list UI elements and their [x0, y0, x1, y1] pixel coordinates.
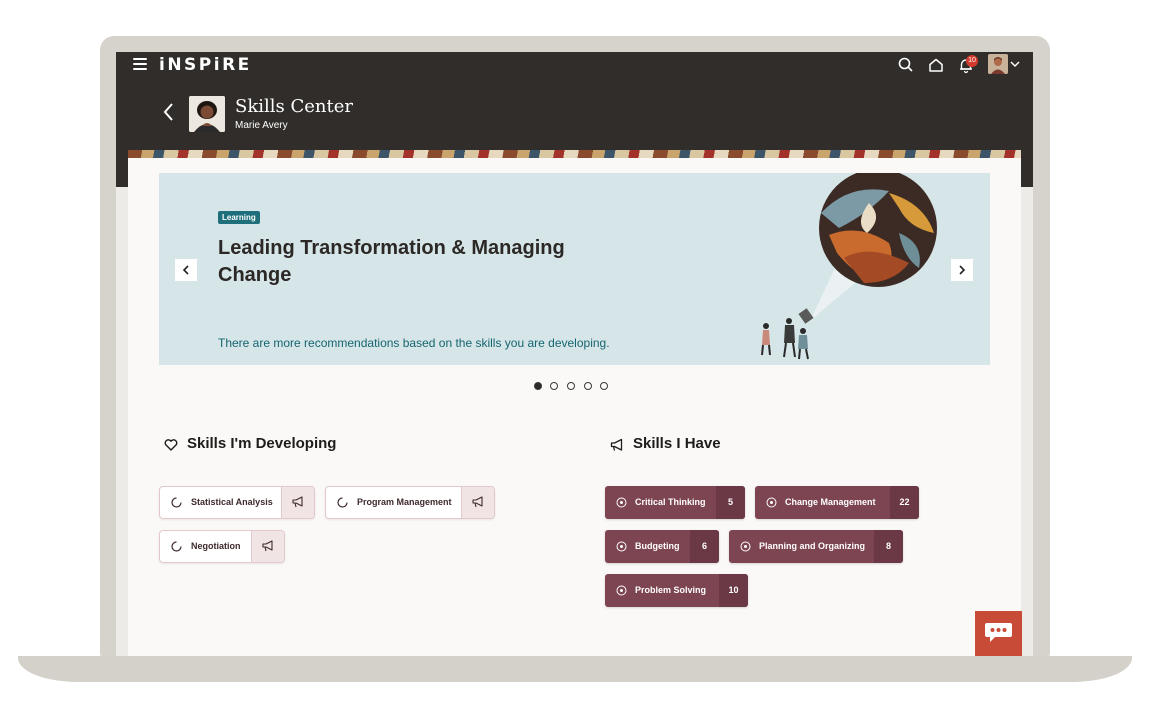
skill-label: Negotiation — [191, 541, 241, 551]
carousel-dot-4[interactable] — [584, 382, 592, 390]
developing-skill-chip[interactable]: Negotiation — [159, 530, 285, 563]
skill-label: Statistical Analysis — [191, 497, 273, 507]
skill-label: Planning and Organizing — [759, 541, 866, 551]
skill-badge-icon — [616, 541, 627, 552]
skill-label: Critical Thinking — [635, 497, 706, 507]
page-title: Skills Center — [235, 96, 353, 117]
skill-have-chip[interactable]: Budgeting 6 — [605, 530, 719, 563]
recommendation-carousel: Learning Leading Transformation & Managi… — [159, 173, 990, 365]
chat-icon — [985, 623, 1012, 642]
hero-illustration — [761, 173, 937, 360]
skill-label: Program Management — [357, 497, 452, 507]
carousel-dot-2[interactable] — [550, 382, 558, 390]
promote-button[interactable] — [251, 531, 284, 562]
user-avatar[interactable] — [988, 54, 1008, 74]
megaphone-icon — [292, 496, 303, 508]
skill-count: 10 — [719, 574, 748, 607]
laptop-base — [18, 656, 1132, 682]
main-content: Learning Leading Transformation & Managi… — [128, 158, 1021, 656]
chevron-right-icon — [959, 265, 966, 275]
developing-skill-chip[interactable]: Program Management — [325, 486, 495, 519]
home-icon[interactable] — [927, 56, 945, 74]
skill-badge-icon — [616, 497, 627, 508]
developing-heading: Skills I'm Developing — [187, 435, 337, 452]
skill-label: Problem Solving — [635, 585, 707, 595]
carousel-dot-1[interactable] — [534, 382, 542, 390]
skill-count: 22 — [890, 486, 919, 519]
skill-label: Change Management — [785, 497, 876, 507]
megaphone-icon — [472, 496, 483, 508]
megaphone-icon — [262, 540, 273, 552]
spinner-icon — [171, 497, 182, 508]
heart-icon — [164, 439, 178, 451]
skill-have-chip[interactable]: Change Management 22 — [755, 486, 919, 519]
carousel-title[interactable]: Leading Transformation & Managing Change — [218, 235, 638, 289]
category-tag: Learning — [218, 211, 260, 224]
back-chevron-icon[interactable] — [160, 101, 178, 123]
chevron-down-icon[interactable] — [1009, 58, 1021, 70]
skill-count: 8 — [874, 530, 903, 563]
promote-button[interactable] — [461, 487, 494, 518]
developing-skill-chip[interactable]: Statistical Analysis — [159, 486, 315, 519]
carousel-dot-5[interactable] — [600, 382, 608, 390]
skill-count: 5 — [716, 486, 745, 519]
brand-logo[interactable]: iNSPiRE — [159, 55, 252, 75]
menu-icon[interactable] — [133, 58, 147, 70]
page-subtitle: Marie Avery — [235, 120, 288, 131]
profile-avatar — [189, 96, 225, 132]
app-screen: iNSPiRE 10 Skills Center Marie Avery Lea… — [116, 52, 1033, 656]
skill-badge-icon — [740, 541, 751, 552]
carousel-next-button[interactable] — [951, 259, 973, 281]
megaphone-icon — [610, 438, 623, 451]
notification-badge: 10 — [966, 55, 978, 67]
spinner-icon — [171, 541, 182, 552]
spinner-icon — [337, 497, 348, 508]
skill-have-chip[interactable]: Planning and Organizing 8 — [729, 530, 903, 563]
promote-button[interactable] — [281, 487, 314, 518]
have-heading: Skills I Have — [633, 435, 721, 452]
skill-have-chip[interactable]: Critical Thinking 5 — [605, 486, 745, 519]
chat-button[interactable] — [975, 611, 1022, 656]
carousel-prev-button[interactable] — [175, 259, 197, 281]
chevron-left-icon — [182, 265, 189, 275]
carousel-dot-3[interactable] — [567, 382, 575, 390]
skill-badge-icon — [766, 497, 777, 508]
skill-count: 6 — [690, 530, 719, 563]
skill-have-chip[interactable]: Problem Solving 10 — [605, 574, 748, 607]
skill-badge-icon — [616, 585, 627, 596]
skill-label: Budgeting — [635, 541, 680, 551]
carousel-note: There are more recommendations based on … — [218, 336, 610, 350]
search-icon[interactable] — [897, 56, 915, 74]
